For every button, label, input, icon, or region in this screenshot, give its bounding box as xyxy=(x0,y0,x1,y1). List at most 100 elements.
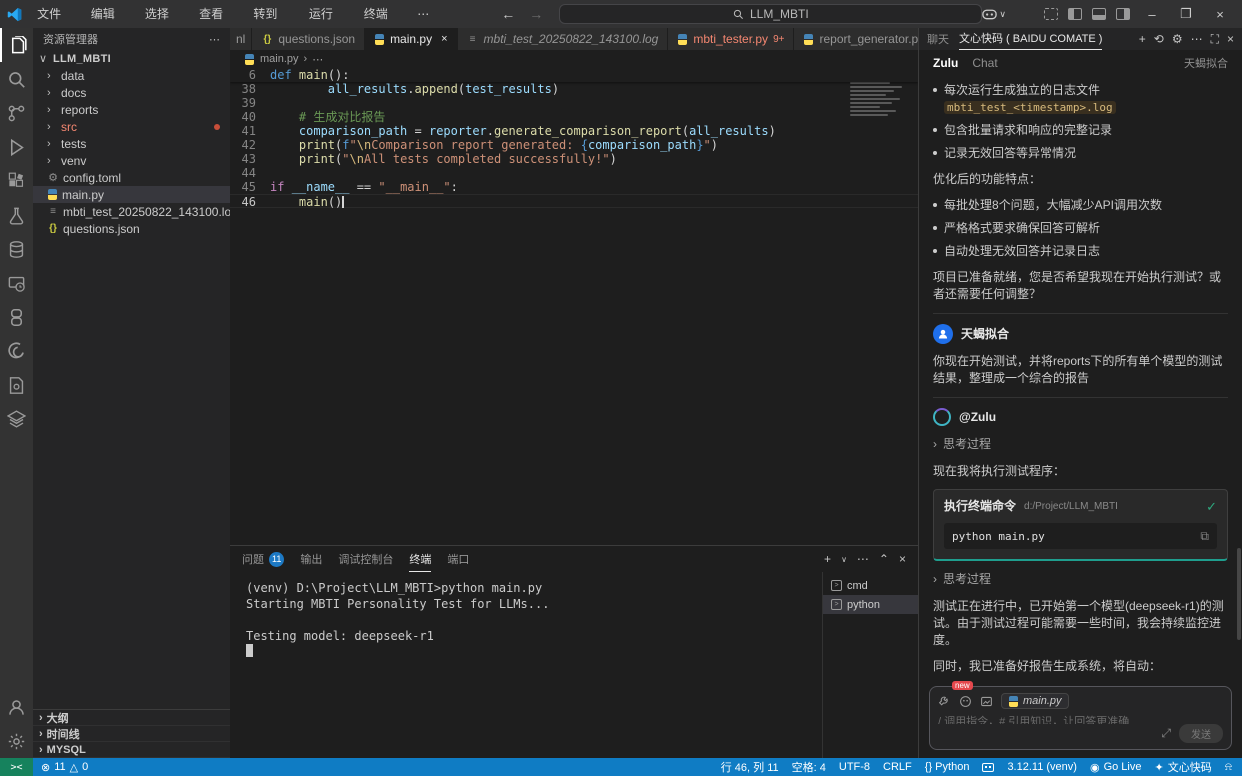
menu-item-0[interactable]: 文件(F) xyxy=(29,0,83,28)
toggle-panel-icon[interactable] xyxy=(1092,8,1106,20)
copy-icon[interactable]: ⧉ xyxy=(1200,528,1209,545)
tree-item-questions.json[interactable]: {}questions.json xyxy=(33,220,230,237)
panel-tab-输出[interactable]: 输出 xyxy=(300,546,322,572)
panel-tab-端口[interactable]: 端口 xyxy=(447,546,469,572)
close-panel-icon[interactable]: × xyxy=(899,552,906,566)
extensions-icon[interactable] xyxy=(0,164,33,198)
new-chat-icon[interactable]: + xyxy=(1139,32,1146,46)
status-item-3.12.11 (venv)[interactable]: 3.12.11 (venv) xyxy=(1007,761,1077,773)
code-line-39[interactable]: 39 xyxy=(230,96,918,110)
code-line-43[interactable]: 43 print("\nAll tests completed successf… xyxy=(230,152,918,166)
more-actions-icon[interactable]: ⋯ xyxy=(857,552,869,566)
remote-indicator[interactable]: >< xyxy=(0,758,33,776)
close-panel-icon[interactable]: × xyxy=(1227,32,1234,46)
tab-chat[interactable]: Chat xyxy=(972,56,997,70)
panel-tab-问题[interactable]: 问题11 xyxy=(242,546,284,572)
customize-layout-icon[interactable] xyxy=(1044,8,1058,20)
tab-mbti_tester.py[interactable]: mbti_tester.py9+ xyxy=(668,28,794,50)
explorer-more-icon[interactable]: ⋯ xyxy=(209,33,220,46)
comate-icon[interactable] xyxy=(0,334,33,368)
status-item-CRLF[interactable]: CRLF xyxy=(883,761,912,773)
chat-input-box[interactable]: new main.py ⤢ 发送 xyxy=(929,686,1232,750)
toggle-sidebar-icon[interactable] xyxy=(1068,8,1082,20)
run-debug-icon[interactable] xyxy=(0,130,33,164)
maximize-panel-icon[interactable]: ⌃ xyxy=(879,552,889,566)
tab-zulu[interactable]: Zulu xyxy=(933,56,958,70)
menu-item-5[interactable]: 运行(R) xyxy=(301,0,356,28)
command-code[interactable]: python main.py⧉ xyxy=(944,523,1217,549)
status-item-行 46, 列 11[interactable]: 行 46, 列 11 xyxy=(721,759,779,775)
panel-tab-终端[interactable]: 终端 xyxy=(409,546,431,572)
status-item-UTF-8[interactable]: UTF-8 xyxy=(839,761,870,773)
sidebar-section-2[interactable]: ›MYSQL xyxy=(33,742,230,758)
tree-item-data[interactable]: ›data xyxy=(33,67,230,84)
comate-tab[interactable]: 文心快码 ( BAIDU COMATE ) xyxy=(959,28,1102,50)
status-item-bell[interactable]: ⍾ xyxy=(1225,761,1232,774)
code-line-40[interactable]: 40 # 生成对比报告 xyxy=(230,110,918,124)
send-button[interactable]: 发送 xyxy=(1179,724,1223,743)
menu-item-3[interactable]: 查看(V) xyxy=(191,0,245,28)
remote-explorer-icon[interactable] xyxy=(0,266,33,300)
tree-item-reports[interactable]: ›reports xyxy=(33,101,230,118)
new-terminal-icon[interactable]: + xyxy=(824,552,831,566)
layers-icon[interactable] xyxy=(0,402,33,436)
expand-input-icon[interactable]: ⤢ xyxy=(1161,726,1171,741)
code-line-44[interactable]: 44 xyxy=(230,166,918,180)
database-icon[interactable] xyxy=(0,232,33,266)
code-editor[interactable]: 6def main(): 38 all_results.append(test_… xyxy=(230,68,918,545)
tab-close-icon[interactable]: × xyxy=(441,33,447,45)
tab-mbti_test_20250822_143100.log[interactable]: ≡mbti_test_20250822_143100.log xyxy=(458,28,669,50)
status-item-空格: 4[interactable]: 空格: 4 xyxy=(792,759,826,775)
account-icon[interactable] xyxy=(0,690,33,724)
status-item-文心快码[interactable]: ✦文心快码 xyxy=(1154,759,1211,775)
agent-icon[interactable] xyxy=(959,695,972,708)
tree-item-venv[interactable]: ›venv xyxy=(33,152,230,169)
search-icon[interactable] xyxy=(0,62,33,96)
tab-partial[interactable]: nl xyxy=(230,28,252,50)
more-actions-icon[interactable]: ⋯ xyxy=(1191,32,1203,46)
context-file-chip[interactable]: main.py xyxy=(1001,693,1069,709)
tools-icon[interactable] xyxy=(938,695,951,708)
window-minimize-button[interactable]: – xyxy=(1140,7,1164,22)
command-center-search[interactable]: LLM_MBTI xyxy=(559,4,982,24)
breadcrumb-symbol[interactable]: ⋯ xyxy=(312,53,323,66)
breadcrumb[interactable]: main.py › ⋯ xyxy=(230,50,918,68)
nav-forward-icon[interactable]: → xyxy=(529,6,543,22)
menu-item-4[interactable]: 转到(G) xyxy=(245,0,300,28)
terminal-dropdown-icon[interactable]: ∨ xyxy=(841,555,847,564)
window-close-button[interactable]: × xyxy=(1208,7,1232,22)
tree-item-docs[interactable]: ›docs xyxy=(33,84,230,101)
chat-tab[interactable]: 聊天 xyxy=(927,31,949,47)
tree-root[interactable]: ∨LLM_MBTI xyxy=(33,50,230,67)
sidebar-section-0[interactable]: ›大纲 xyxy=(33,710,230,726)
image-attach-icon[interactable] xyxy=(980,695,993,708)
code-line-41[interactable]: 41 comparison_path = reporter.generate_c… xyxy=(230,124,918,138)
copilot-menu-icon[interactable]: ∨ xyxy=(982,8,1006,20)
tab-main.py[interactable]: main.py× xyxy=(365,28,457,50)
menu-item-7[interactable]: ⋯ xyxy=(409,0,437,28)
code-line-45[interactable]: 45if __name__ == "__main__": xyxy=(230,180,918,194)
sidebar-section-1[interactable]: ›时间线 xyxy=(33,726,230,742)
file-settings-icon[interactable] xyxy=(0,368,33,402)
chat-input[interactable] xyxy=(938,713,1223,724)
tree-item-mbti_test_20250822_143100.log[interactable]: ≡mbti_test_20250822_143100.log xyxy=(33,203,230,220)
testing-icon[interactable] xyxy=(0,198,33,232)
code-line-6[interactable]: 6def main(): xyxy=(230,68,918,82)
breadcrumb-file[interactable]: main.py xyxy=(260,53,299,65)
tree-item-src[interactable]: ›src xyxy=(33,118,230,135)
sticky-scroll-line[interactable]: 6def main(): xyxy=(230,68,918,82)
toggle-secondary-sidebar-icon[interactable] xyxy=(1116,8,1130,20)
status-item-{} Python[interactable]: {} Python xyxy=(925,761,970,773)
panel-tab-调试控制台[interactable]: 调试控制台 xyxy=(338,546,393,572)
chat-scrollbar[interactable] xyxy=(1237,548,1241,640)
terminal-session-python[interactable]: >python xyxy=(823,595,918,614)
expand-icon[interactable]: ⛶ xyxy=(1211,32,1219,47)
tree-item-tests[interactable]: ›tests xyxy=(33,135,230,152)
terminal-output[interactable]: (venv) D:\Project\LLM_MBTI>python main.p… xyxy=(230,572,822,758)
explorer-icon[interactable] xyxy=(0,28,33,62)
source-control-icon[interactable] xyxy=(0,96,33,130)
terminal-session-cmd[interactable]: >cmd xyxy=(823,576,918,595)
tab-questions.json[interactable]: {}questions.json xyxy=(252,28,365,50)
menu-item-1[interactable]: 编辑(E) xyxy=(83,0,137,28)
code-line-38[interactable]: 38 all_results.append(test_results) xyxy=(230,82,918,96)
